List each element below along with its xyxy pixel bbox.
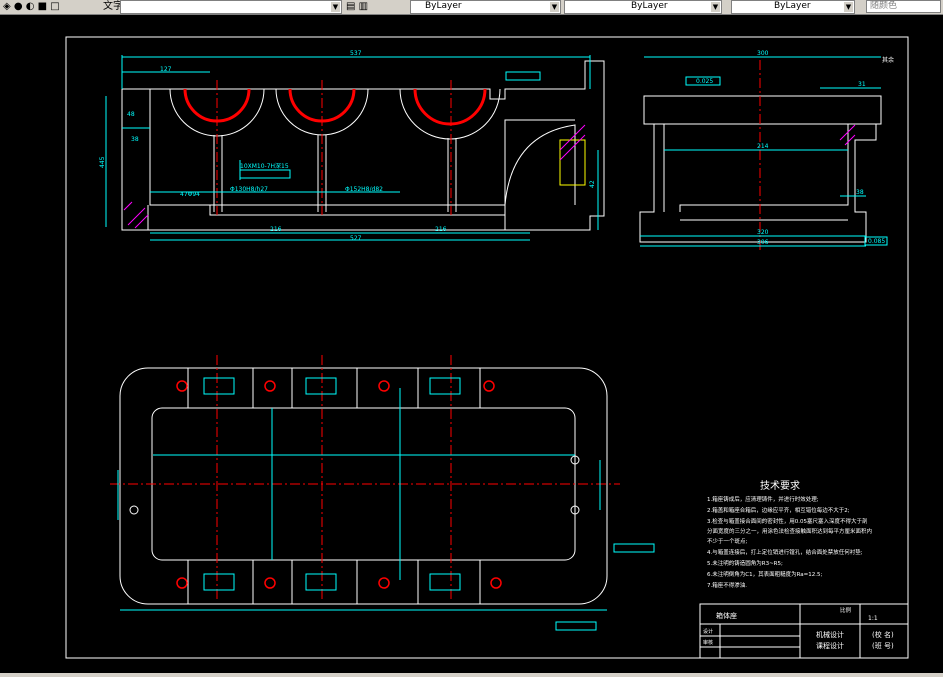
front-hatch xyxy=(123,124,586,229)
linetype-combo-value: ByLayer xyxy=(631,1,668,11)
tb-school: (校 名) xyxy=(872,630,894,639)
tech-item-3: 3.检查与箱盖接合面间的密封性，用0.05塞尺塞入深度不得大于剖 xyxy=(707,517,868,525)
tech-item-3b: 分面宽度的三分之一，用涂色法检查接触面积达到每平方厘米面积内 xyxy=(707,527,872,535)
top-centerlines xyxy=(110,355,620,600)
layer-tools-icon[interactable]: ▤ ▥ xyxy=(346,0,368,13)
tb-ratio: 1:1 xyxy=(868,615,878,622)
color-combo-value: ByLayer xyxy=(425,1,462,11)
tech-item-7: 7.箱座不得渗油. xyxy=(707,581,747,589)
layer-dropdown[interactable]: ▼ xyxy=(120,0,342,14)
dim-527: 527 xyxy=(350,235,362,242)
dim-small1: 47Φ94 xyxy=(180,191,200,198)
left-ruler xyxy=(0,15,30,673)
chevron-down-icon: ▼ xyxy=(331,2,340,12)
tb-course: 机械设计 xyxy=(816,630,844,639)
tb-class: (班 号) xyxy=(872,641,894,650)
lineweight-combo-value: ByLayer xyxy=(774,1,811,11)
tb-designer: 设计 xyxy=(703,628,713,635)
title-block-text: 箱体座 比例 1:1 设计 审核 机械设计 课程设计 (校 名) (班 号) xyxy=(703,606,894,650)
dim-320: 320 xyxy=(757,229,769,236)
surface-note: 其余 xyxy=(882,56,894,64)
dim-216b: 216 xyxy=(435,226,447,233)
tol-side: 0.025 xyxy=(696,78,713,85)
tb-checker: 审核 xyxy=(703,639,713,646)
drawing-svg: 537 127 48 38 445 216 216 527 Φ130H8/h27… xyxy=(65,36,909,659)
dim-overall-width: 537 xyxy=(350,50,362,57)
chevron-down-icon: ▼ xyxy=(711,2,720,12)
tol-side-bottom: 0.085 xyxy=(868,238,885,245)
layer-state-icons[interactable]: ◈ ● ◐ ■ □ xyxy=(3,0,60,13)
pin-holes xyxy=(129,455,580,515)
drawing-canvas[interactable]: 537 127 48 38 445 216 216 527 Φ130H8/h27… xyxy=(29,15,943,673)
dim-445: 445 xyxy=(99,156,106,168)
dim-42: 42 xyxy=(589,180,596,188)
plotstyle-dropdown[interactable]: 随颜色 xyxy=(866,0,941,13)
cad-toolbar: ◈ ● ◐ ■ □ 文字 ▼ ▤ ▥ ByLayer ▼ ByLayer ▼ ByL… xyxy=(0,0,943,15)
dim-214: 214 xyxy=(757,143,769,150)
dim-300: 300 xyxy=(757,50,769,57)
tech-item-4: 4.与箱盖连接后，打上定位销进行镗孔，结合面处禁放任何衬垫; xyxy=(707,548,863,556)
dim-216a: 216 xyxy=(270,226,282,233)
side-dimensions xyxy=(640,56,888,247)
dim-38: 38 xyxy=(131,136,139,143)
front-dimensions xyxy=(105,55,599,241)
tb-scale-label: 比例 xyxy=(840,606,852,614)
side-dim-labels: 300 214 31 38 320 306 0.025 0.085 其余 xyxy=(696,50,894,246)
dim-306: 306 xyxy=(757,239,769,246)
front-view xyxy=(121,60,605,231)
tb-part-name: 箱体座 xyxy=(716,611,737,620)
chevron-down-icon: ▼ xyxy=(844,2,853,12)
top-view xyxy=(119,367,608,605)
chevron-down-icon: ▼ xyxy=(550,2,559,12)
top-dimensions xyxy=(117,377,655,631)
linetype-dropdown[interactable]: ByLayer ▼ xyxy=(564,0,722,14)
dim-48: 48 xyxy=(127,111,135,118)
dim-127: 127 xyxy=(160,66,172,73)
dim-31: 31 xyxy=(858,81,866,88)
hole-callout: 10XM10-7H深15 xyxy=(240,162,289,170)
lineweight-dropdown[interactable]: ByLayer ▼ xyxy=(731,0,855,14)
tech-requirements: 技术要求 1.箱座铸成后，应清理铸件，并进行时效处理; 2.箱盖和箱座合箱后，边… xyxy=(707,479,872,589)
front-dim-labels: 537 127 48 38 445 216 216 527 Φ130H8/h27… xyxy=(99,50,596,242)
dim-38-side: 38 xyxy=(856,189,864,196)
tech-title: 技术要求 xyxy=(760,479,800,492)
tech-item-1: 1.箱座铸成后，应清理铸件，并进行时效处理; xyxy=(707,495,819,503)
tb-project: 课程设计 xyxy=(816,641,844,650)
dim-bore1: Φ130H8/h27 xyxy=(230,186,268,193)
dim-bore2: Φ152H8/d82 xyxy=(345,186,383,193)
tech-item-2: 2.箱盖和箱座合箱后，边缘应平齐，相互错位每边不大于2; xyxy=(707,506,850,514)
tech-item-6: 6.未注明倒角为C1，其表面粗糙度为Ra=12.5; xyxy=(707,570,823,578)
color-dropdown[interactable]: ByLayer ▼ xyxy=(410,0,561,14)
tech-item-5: 5.未注明的铸造圆角为R3~R5; xyxy=(707,559,783,567)
tech-item-3c: 不少于一个斑点; xyxy=(707,538,748,545)
